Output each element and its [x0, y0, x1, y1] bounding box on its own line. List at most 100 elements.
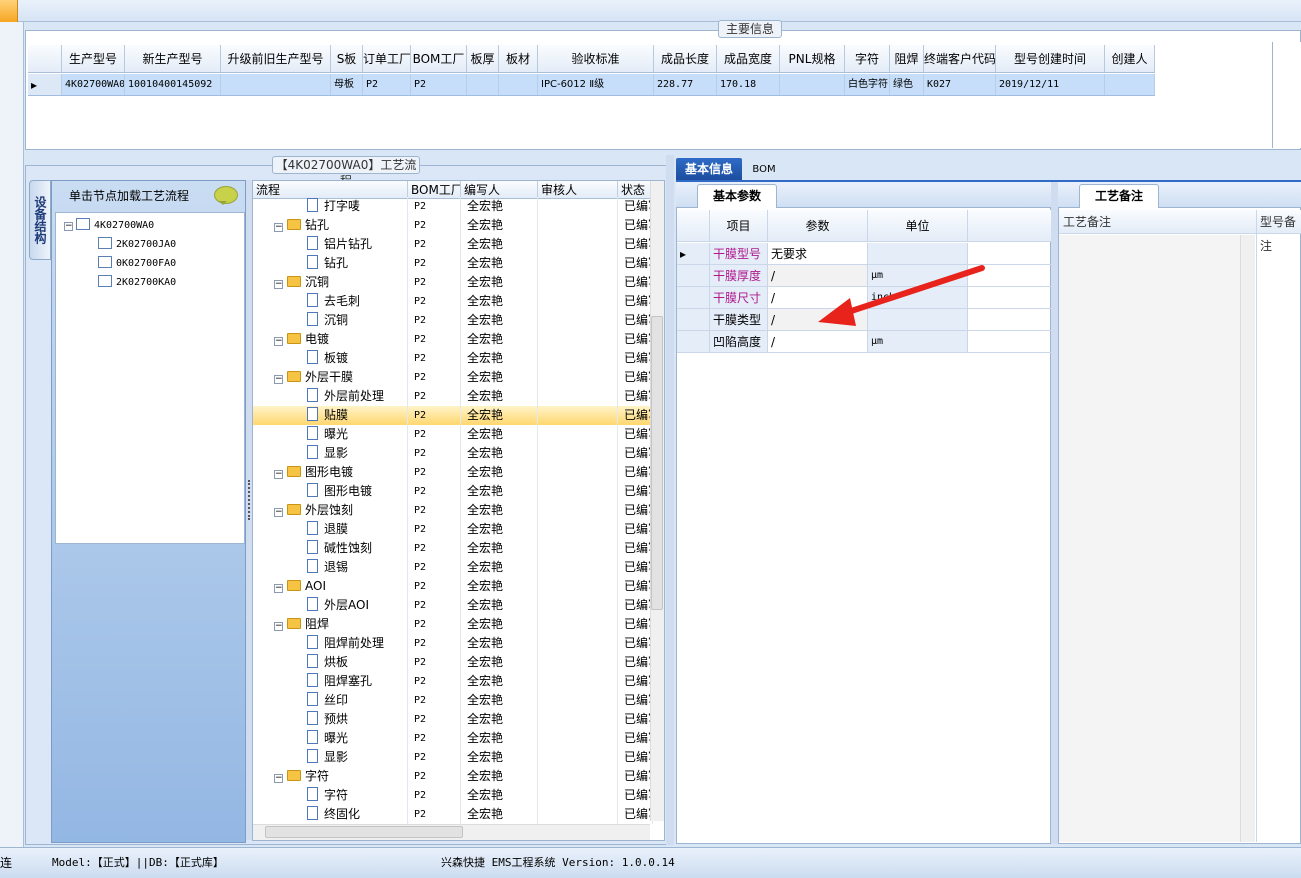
process-row[interactable]: − 图形电镀 P2全宏艳 已编写: [253, 463, 653, 482]
basic-params-row[interactable]: 凹陷高度 / μm: [677, 331, 1051, 353]
column-header[interactable]: 新生产型号: [125, 45, 221, 72]
row-indicator[interactable]: ▸: [677, 243, 710, 264]
column-header[interactable]: 板材: [499, 45, 538, 72]
process-row[interactable]: 退膜 P2全宏艳 已编写: [253, 520, 653, 539]
param-value-cell[interactable]: /: [768, 331, 868, 352]
column-header[interactable]: S板: [331, 45, 363, 72]
process-row[interactable]: 烘板 P2全宏艳 已编写: [253, 653, 653, 672]
grid-cell-old-model[interactable]: [221, 74, 331, 95]
column-header[interactable]: 板厚: [467, 45, 499, 72]
row-indicator[interactable]: ▸: [28, 74, 62, 95]
column-header[interactable]: 验收标准: [538, 45, 654, 72]
horizontal-splitter[interactable]: [25, 151, 1301, 157]
process-notes-body[interactable]: [1059, 235, 1255, 842]
column-header[interactable]: 阻焊: [890, 45, 924, 72]
process-row[interactable]: 预烘 P2全宏艳 已编写: [253, 710, 653, 729]
collapse-toggle-icon[interactable]: −: [274, 774, 283, 783]
grid-cell-thickness[interactable]: [467, 74, 499, 95]
tree-node-child[interactable]: 0K02700FA0: [98, 253, 176, 271]
row-indicator[interactable]: [677, 265, 710, 286]
grid-cell-creator[interactable]: [1105, 74, 1155, 95]
basic-column-header[interactable]: 单位: [868, 210, 968, 241]
grid-cell-pnl[interactable]: [780, 74, 845, 95]
collapse-toggle-icon[interactable]: −: [274, 280, 283, 289]
process-row[interactable]: 打字唛 P2全宏艳 已编写: [253, 197, 653, 216]
grid-cell-new-model[interactable]: 10010400145092: [125, 74, 221, 95]
grid-cell-mask[interactable]: 绿色: [890, 74, 924, 95]
process-row[interactable]: 碱性蚀刻 P2全宏艳 已编写: [253, 539, 653, 558]
grid-cell-char[interactable]: 白色字符: [845, 74, 890, 95]
process-row[interactable]: 外层前处理 P2全宏艳 已编写: [253, 387, 653, 406]
grid-cell-customer[interactable]: K027: [924, 74, 996, 95]
tree-node-root[interactable]: − 4K02700WA0: [64, 215, 154, 233]
grid-cell-bom-factory[interactable]: P2: [411, 74, 467, 95]
process-row[interactable]: 沉铜 P2全宏艳 已编写: [253, 311, 653, 330]
process-column-header[interactable]: 编写人: [461, 181, 538, 198]
process-row[interactable]: 曝光 P2全宏艳 已编写: [253, 729, 653, 748]
collapse-toggle-icon[interactable]: −: [274, 337, 283, 346]
process-row[interactable]: 字符 P2全宏艳 已编写: [253, 786, 653, 805]
tab-basic-info[interactable]: 基本信息: [676, 158, 742, 180]
process-row[interactable]: 贴膜 P2全宏艳 已编写: [253, 406, 653, 425]
collapse-toggle-icon[interactable]: −: [274, 470, 283, 479]
process-row[interactable]: 阻焊前处理 P2全宏艳 已编写: [253, 634, 653, 653]
tab-equipment-structure[interactable]: 设备结构: [29, 180, 51, 260]
column-header[interactable]: 成品宽度: [717, 45, 780, 72]
main-info-grid-row[interactable]: ▸ 4K02700WA0 10010400145092 母板 P2 P2 IPC-6012 …: [28, 74, 1155, 96]
left-orange-tab[interactable]: [0, 0, 18, 22]
grid-cell-width[interactable]: 170.18: [717, 74, 780, 95]
column-header[interactable]: 生产型号: [62, 45, 125, 72]
process-row[interactable]: 曝光 P2全宏艳 已编写: [253, 425, 653, 444]
process-row[interactable]: 铝片钻孔 P2全宏艳 已编写: [253, 235, 653, 254]
process-row[interactable]: 阻焊塞孔 P2全宏艳 已编写: [253, 672, 653, 691]
process-row[interactable]: 钻孔 P2全宏艳 已编写: [253, 254, 653, 273]
tab-bom[interactable]: BOM: [744, 160, 784, 180]
basic-column-header[interactable]: 参数: [768, 210, 868, 241]
process-row[interactable]: 去毛刺 P2全宏艳 已编写: [253, 292, 653, 311]
collapse-toggle-icon[interactable]: −: [274, 584, 283, 593]
process-grid-horizontal-scroll-thumb[interactable]: [265, 826, 463, 838]
row-indicator[interactable]: [677, 309, 710, 330]
process-row[interactable]: 退锡 P2全宏艳 已编写: [253, 558, 653, 577]
column-header[interactable]: 字符: [845, 45, 890, 72]
vertical-splitter-middle[interactable]: [666, 155, 674, 845]
column-header[interactable]: BOM工厂: [411, 45, 467, 72]
process-row[interactable]: − 阻焊 P2全宏艳 已编写: [253, 615, 653, 634]
process-row[interactable]: − 电镀 P2全宏艳 已编写: [253, 330, 653, 349]
process-row[interactable]: 外层AOI P2全宏艳 已编写: [253, 596, 653, 615]
grid-cell-material[interactable]: [499, 74, 538, 95]
column-header[interactable]: 升级前旧生产型号: [221, 45, 331, 72]
process-row[interactable]: 显影 P2全宏艳 已编写: [253, 444, 653, 463]
process-row[interactable]: 丝印 P2全宏艳 已编写: [253, 691, 653, 710]
collapse-toggle-icon[interactable]: −: [274, 508, 283, 517]
collapse-toggle-icon[interactable]: −: [274, 375, 283, 384]
column-header[interactable]: 终端客户代码: [924, 45, 996, 72]
process-row[interactable]: 终固化 P2全宏艳 已编写: [253, 805, 653, 824]
row-indicator[interactable]: [677, 331, 710, 352]
param-value-cell[interactable]: 无要求: [768, 243, 868, 264]
process-row[interactable]: 显影 P2全宏艳 已编写: [253, 748, 653, 767]
process-row[interactable]: − 外层干膜 P2全宏艳 已编写: [253, 368, 653, 387]
row-indicator[interactable]: [677, 287, 710, 308]
process-row[interactable]: − AOI P2全宏艳 已编写: [253, 577, 653, 596]
process-column-header[interactable]: BOM工厂: [408, 181, 461, 198]
column-header[interactable]: 创建人: [1105, 45, 1155, 72]
tree-node-child[interactable]: 2K02700KA0: [98, 272, 176, 290]
grid-cell-order-factory[interactable]: P2: [363, 74, 411, 95]
process-row[interactable]: 图形电镀 P2全宏艳 已编写: [253, 482, 653, 501]
process-column-header[interactable]: 流程: [253, 181, 408, 198]
process-column-header[interactable]: 审核人: [538, 181, 618, 198]
basic-column-header[interactable]: 项目: [710, 210, 768, 241]
column-header[interactable]: PNL规格: [780, 45, 845, 72]
process-row[interactable]: − 沉铜 P2全宏艳 已编写: [253, 273, 653, 292]
process-column-header[interactable]: 状态: [618, 181, 653, 198]
grid-cell-s-board[interactable]: 母板: [331, 74, 363, 95]
collapse-toggle-icon[interactable]: −: [64, 222, 73, 231]
column-header[interactable]: 订单工厂: [363, 45, 411, 72]
tree-node-child[interactable]: 2K02700JA0: [98, 234, 176, 252]
tab-process-notes[interactable]: 工艺备注: [1079, 184, 1159, 208]
column-header[interactable]: 成品长度: [654, 45, 717, 72]
tab-basic-params[interactable]: 基本参数: [697, 184, 777, 208]
grid-cell-created[interactable]: 2019/12/11: [996, 74, 1105, 95]
grid-cell-length[interactable]: 228.77: [654, 74, 717, 95]
